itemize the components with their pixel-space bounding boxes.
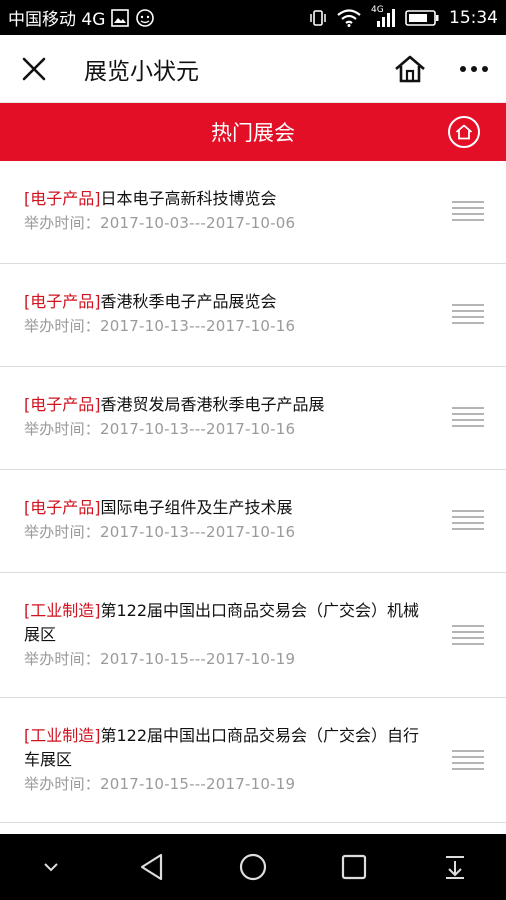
item-category: [电子产品] (24, 292, 101, 311)
menu-icon[interactable] (452, 625, 484, 647)
close-icon (22, 57, 46, 80)
image-icon (111, 8, 130, 27)
item-title: [工业制造]第122届中国出口商品交易会（广交会）自行车展区 (24, 724, 426, 772)
list-item[interactable]: [工业制造]第122届中国出口商品交易会（广交会）机械展区 举办时间：2017-… (0, 573, 506, 698)
navigation-bar (0, 834, 506, 900)
clock: 15:34 (449, 7, 498, 28)
battery-icon (405, 9, 439, 26)
recents-square-icon (342, 854, 367, 880)
item-time: 举办时间：2017-10-03---2017-10-06 (24, 214, 296, 232)
recents-button[interactable] (324, 834, 384, 900)
header-home-button[interactable] (448, 116, 480, 148)
menu-icon[interactable] (452, 304, 484, 326)
status-bar: 中国移动 4G 4G 15:34 (0, 0, 506, 35)
menu-icon[interactable] (452, 510, 484, 532)
more-button[interactable] (442, 35, 506, 103)
section-title: 热门展会 (211, 121, 295, 145)
list-item[interactable]: [电子产品]国际电子组件及生产技术展 举办时间：2017-10-13---201… (0, 470, 506, 573)
home-button[interactable] (378, 35, 442, 103)
item-category: [工业制造] (24, 601, 101, 620)
item-time: 举办时间：2017-10-13---2017-10-16 (24, 420, 296, 438)
item-name: 日本电子高新科技博览会 (100, 189, 277, 208)
item-title: [电子产品]国际电子组件及生产技术展 (24, 496, 426, 520)
page-title: 展览小状元 (84, 58, 199, 85)
item-category: [电子产品] (24, 189, 101, 208)
network-badge: 4G (371, 4, 384, 15)
signal-icon: 4G (371, 5, 395, 27)
carrier-label: 中国移动 4G (8, 10, 106, 30)
item-title: [工业制造]第122届中国出口商品交易会（广交会）机械展区 (24, 599, 426, 647)
item-title: [电子产品]香港贸发局香港秋季电子产品展 (24, 393, 426, 417)
item-name: 香港贸发局香港秋季电子产品展 (100, 395, 325, 414)
item-category: [工业制造] (24, 726, 101, 745)
item-time: 举办时间：2017-10-15---2017-10-19 (24, 650, 296, 668)
menu-icon[interactable] (452, 407, 484, 429)
item-name: 国际电子组件及生产技术展 (100, 498, 293, 517)
menu-icon[interactable] (452, 750, 484, 772)
item-time: 举办时间：2017-10-13---2017-10-16 (24, 523, 296, 541)
menu-icon[interactable] (452, 201, 484, 223)
home-icon (455, 124, 473, 140)
vibrate-icon (309, 8, 327, 28)
notification-pulldown-button[interactable] (425, 834, 485, 900)
section-header: 热门展会 (0, 103, 506, 161)
item-title: [电子产品]香港秋季电子产品展览会 (24, 290, 426, 314)
home-circle-icon (239, 853, 267, 881)
list-item[interactable]: [工业制造]第122届中国出口商品交易会（广交会）自行车展区 举办时间：2017… (0, 698, 506, 823)
item-title: [电子产品]日本电子高新科技博览会 (24, 187, 426, 211)
item-name: 香港秋季电子产品展览会 (100, 292, 277, 311)
list-item[interactable]: [电子产品]日本电子高新科技博览会 举办时间：2017-10-03---2017… (0, 161, 506, 264)
title-bar: 展览小状元 (0, 35, 506, 103)
home-icon (395, 55, 425, 82)
item-category: [电子产品] (24, 395, 101, 414)
close-button[interactable] (0, 35, 68, 103)
chevron-down-icon (43, 863, 58, 872)
pulldown-icon (446, 856, 465, 879)
more-icon (460, 65, 488, 72)
list-item[interactable]: [电子产品]香港秋季电子产品展览会 举办时间：2017-10-13---2017… (0, 264, 506, 367)
back-button[interactable] (122, 834, 182, 900)
item-category: [电子产品] (24, 498, 101, 517)
home-nav-button[interactable] (223, 834, 283, 900)
exhibition-list: [电子产品]日本电子高新科技博览会 举办时间：2017-10-03---2017… (0, 161, 506, 823)
list-item[interactable]: [电子产品]香港贸发局香港秋季电子产品展 举办时间：2017-10-13---2… (0, 367, 506, 470)
back-triangle-icon (140, 853, 162, 881)
item-time: 举办时间：2017-10-15---2017-10-19 (24, 775, 296, 793)
item-time: 举办时间：2017-10-13---2017-10-16 (24, 317, 296, 335)
hide-keyboard-button[interactable] (21, 834, 81, 900)
wifi-icon (337, 8, 361, 27)
face-icon (135, 8, 155, 28)
